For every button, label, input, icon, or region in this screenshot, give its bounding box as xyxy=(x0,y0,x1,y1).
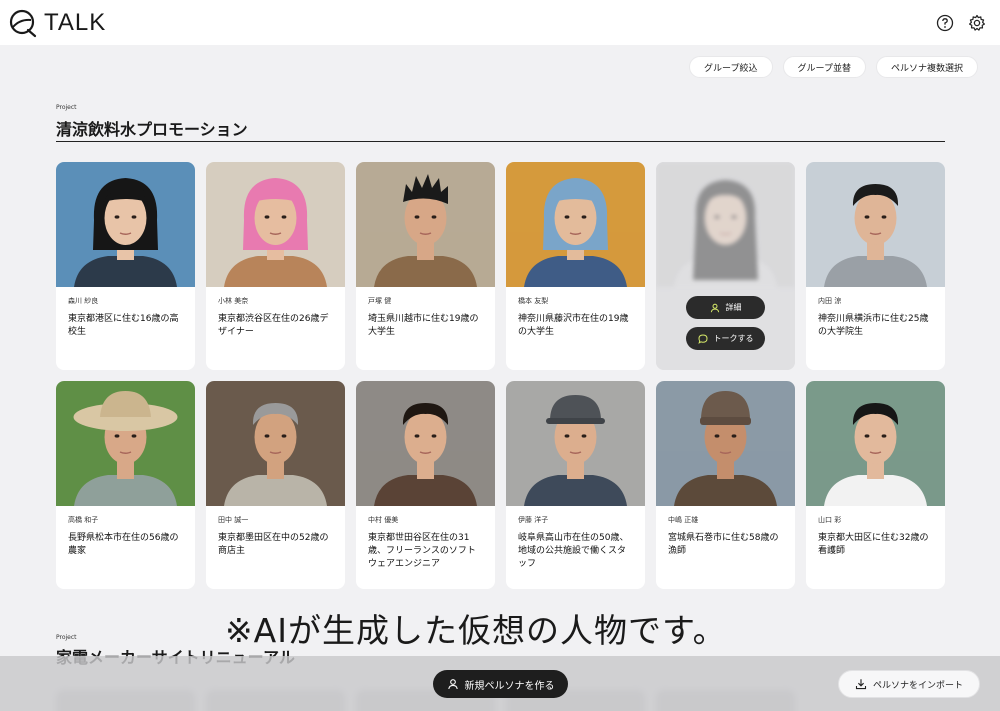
persona-name: 田中 誠一 xyxy=(218,516,249,524)
persona-card[interactable]: 伊藤 洋子岐阜県高山市在住の50歳、地域の公共施設で働くスタッフ xyxy=(506,381,645,589)
portrait-image xyxy=(206,381,345,506)
persona-description: 神奈川県藤沢市在住の19歳の大学生 xyxy=(518,314,629,337)
persona-description: 東京都大田区に住む32歳の看護師 xyxy=(818,533,929,556)
create-persona-button[interactable]: 新規ペルソナを作る xyxy=(433,670,568,698)
gear-icon[interactable] xyxy=(968,14,986,32)
detail-label: 詳細 xyxy=(725,303,742,312)
import-persona-label: ペルソナをインポート xyxy=(872,680,963,691)
persona-card[interactable]: 橋本 友梨神奈川県藤沢市在住の19歳の大学生 xyxy=(506,162,645,370)
persona-portrait xyxy=(206,381,345,506)
persona-detail-button[interactable]: 詳細 xyxy=(686,296,765,319)
persona-name: 内田 涼 xyxy=(818,297,842,305)
portrait-image xyxy=(806,162,945,287)
person-icon xyxy=(447,679,458,690)
persona-description: 宮城県石巻市に住む58歳の漁師 xyxy=(668,533,779,556)
app-logo[interactable]: TALK xyxy=(8,8,106,38)
help-icon[interactable] xyxy=(936,14,954,32)
group-actions: グループ絞込 グループ並替 ペルソナ複数選択 xyxy=(689,56,978,78)
persona-name: 高橋 和子 xyxy=(68,516,99,524)
ai-disclaimer: ※AIが生成した仮想の人物です。 xyxy=(225,611,727,650)
persona-portrait xyxy=(656,381,795,506)
persona-portrait xyxy=(356,381,495,506)
persona-portrait xyxy=(56,381,195,506)
persona-name: 戸塚 健 xyxy=(368,297,392,305)
top-bar: TALK xyxy=(0,0,1000,45)
persona-name: 森川 紗良 xyxy=(68,297,99,305)
persona-card[interactable]: 田中 誠一東京都墨田区在中の52歳の商店主 xyxy=(206,381,345,589)
persona-portrait xyxy=(506,162,645,287)
persona-description: 東京都墨田区在中の52歳の商店主 xyxy=(218,533,329,556)
persona-talk-button[interactable]: トークする xyxy=(686,327,765,350)
persona-portrait xyxy=(206,162,345,287)
persona-name: 中村 優美 xyxy=(368,516,399,524)
talk-label: トークする xyxy=(713,334,754,343)
persona-portrait xyxy=(806,162,945,287)
persona-description: 長野県松本市在住の56歳の農家 xyxy=(68,533,179,556)
app-logo-text: TALK xyxy=(44,8,107,36)
portrait-image xyxy=(356,162,495,287)
persona-card[interactable]: 森川 紗良東京都港区に住む16歳の高校生 xyxy=(56,162,195,370)
group-sort-button[interactable]: グループ並替 xyxy=(782,56,866,78)
persona-card[interactable]: 内田 涼神奈川県横浜市に住む25歳の大学院生 xyxy=(806,162,945,370)
project-divider xyxy=(56,141,945,142)
portrait-image xyxy=(56,381,195,506)
chat-bubble-icon xyxy=(697,333,708,344)
project2-label: Project xyxy=(56,634,77,641)
persona-description: 東京都港区に住む16歳の高校生 xyxy=(68,314,179,337)
persona-portrait xyxy=(56,162,195,287)
persona-name: 中嶋 正雄 xyxy=(668,516,699,524)
persona-card[interactable]: 小林 美奈東京都渋谷区在住の26歳デザイナー xyxy=(206,162,345,370)
portrait-image xyxy=(656,381,795,506)
persona-portrait xyxy=(356,162,495,287)
persona-description: 東京都世田谷区在住の31歳、フリーランスのソフトウェアエンジニア xyxy=(368,533,476,569)
person-icon xyxy=(710,303,719,312)
portrait-image xyxy=(356,381,495,506)
persona-portrait xyxy=(806,381,945,506)
persona-description: 神奈川県横浜市に住む25歳の大学院生 xyxy=(818,314,929,337)
project-title: 清涼飲料水プロモーション xyxy=(56,120,248,139)
persona-card[interactable]: 中村 優美東京都世田谷区在住の31歳、フリーランスのソフトウェアエンジニア xyxy=(356,381,495,589)
download-icon xyxy=(855,679,867,690)
persona-name: 小林 美奈 xyxy=(218,297,249,305)
talk-logo-icon xyxy=(9,9,37,37)
portrait-image xyxy=(56,162,195,287)
persona-description: 岐阜県高山市在住の50歳、地域の公共施設で働くスタッフ xyxy=(518,533,629,569)
create-persona-label: 新規ペルソナを作る xyxy=(464,680,555,692)
project-label: Project xyxy=(56,104,77,111)
import-persona-button[interactable]: ペルソナをインポート xyxy=(838,670,980,698)
persona-hover-overlay: 詳細 トークする xyxy=(656,162,795,370)
persona-portrait xyxy=(506,381,645,506)
persona-description: 東京都渋谷区在住の26歳デザイナー xyxy=(218,314,329,337)
persona-card[interactable]: 中嶋 正雄宮城県石巻市に住む58歳の漁師 xyxy=(656,381,795,589)
persona-card[interactable]: 山口 彩東京都大田区に住む32歳の看護師 xyxy=(806,381,945,589)
portrait-image xyxy=(506,162,645,287)
persona-grid: 森川 紗良 東京都港区に住む16歳の高校生 小林 美奈 東京都渋谷区在住の26歳デザイ… xyxy=(56,162,945,589)
persona-name: 山口 彩 xyxy=(818,516,842,524)
portrait-image xyxy=(506,381,645,506)
persona-card[interactable]: 高橋 和子長野県松本市在住の56歳の農家 xyxy=(56,381,195,589)
persona-multi-select-button[interactable]: ペルソナ複数選択 xyxy=(875,56,978,78)
persona-name: 伊藤 洋子 xyxy=(518,516,549,524)
persona-name: 橋本 友梨 xyxy=(518,297,549,305)
persona-card[interactable]: 戸塚 健埼玉県川越市に住む19歳の大学生 xyxy=(356,162,495,370)
portrait-image xyxy=(806,381,945,506)
portrait-image xyxy=(206,162,345,287)
persona-card[interactable]: 詳細 トークする xyxy=(656,162,795,370)
group-filter-button[interactable]: グループ絞込 xyxy=(689,56,773,78)
persona-description: 埼玉県川越市に住む19歳の大学生 xyxy=(368,314,479,337)
